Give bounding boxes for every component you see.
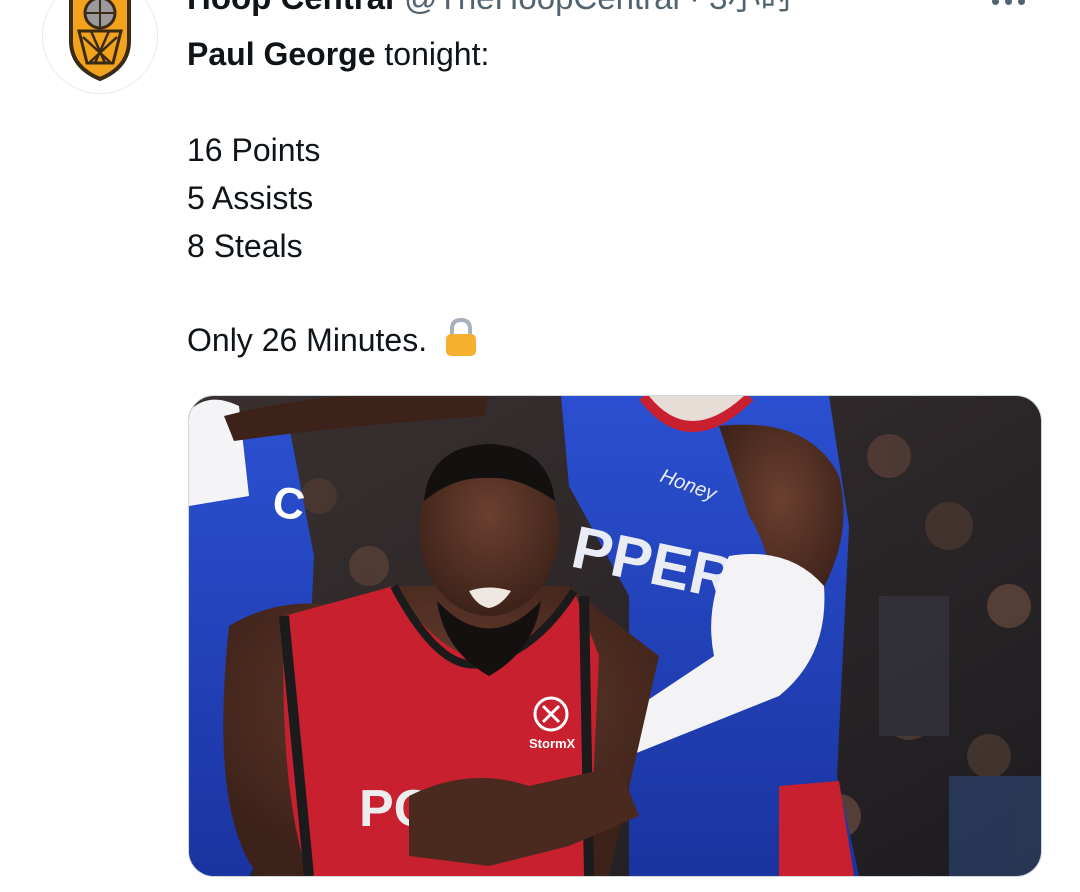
tweet-header: Hoop Central @TheHoopCentral · 3小时 [187, 0, 794, 18]
tweet-text: Paul George tonight: 16 Points 5 Assists… [187, 30, 1037, 364]
avatar[interactable] [42, 0, 158, 94]
mention-paul-george: Paul George [187, 36, 376, 72]
author-handle[interactable]: @TheHoopCentral [404, 0, 680, 16]
tweet-timestamp[interactable]: · 3小时 [680, 0, 794, 16]
more-options-icon[interactable] [988, 0, 1028, 8]
tweet-line-1: Paul George tonight: [187, 30, 1037, 78]
lock-icon [446, 317, 477, 356]
tweet: Hoop Central @TheHoopCentral · 3小时 Paul G… [0, 0, 1080, 892]
tweet-line-1-rest: tonight: [375, 36, 490, 72]
left-jersey-letter: C [270, 477, 308, 530]
sponsor-patch: StormX [529, 736, 576, 751]
hoop-central-logo-icon [69, 0, 131, 82]
stat-steals: 8 Steals [187, 228, 303, 264]
stat-assists: 5 Assists [187, 180, 314, 216]
tweet-photo[interactable]: C PPERS Honey StormX POR [188, 395, 1042, 877]
author-name[interactable]: Hoop Central [187, 0, 394, 16]
tweet-closing-line: Only 26 Minutes. [187, 316, 1037, 364]
stat-points: 16 Points [187, 132, 321, 168]
basketball-photo: C PPERS Honey StormX POR [189, 396, 1041, 876]
closing-text: Only 26 Minutes. [187, 322, 428, 358]
